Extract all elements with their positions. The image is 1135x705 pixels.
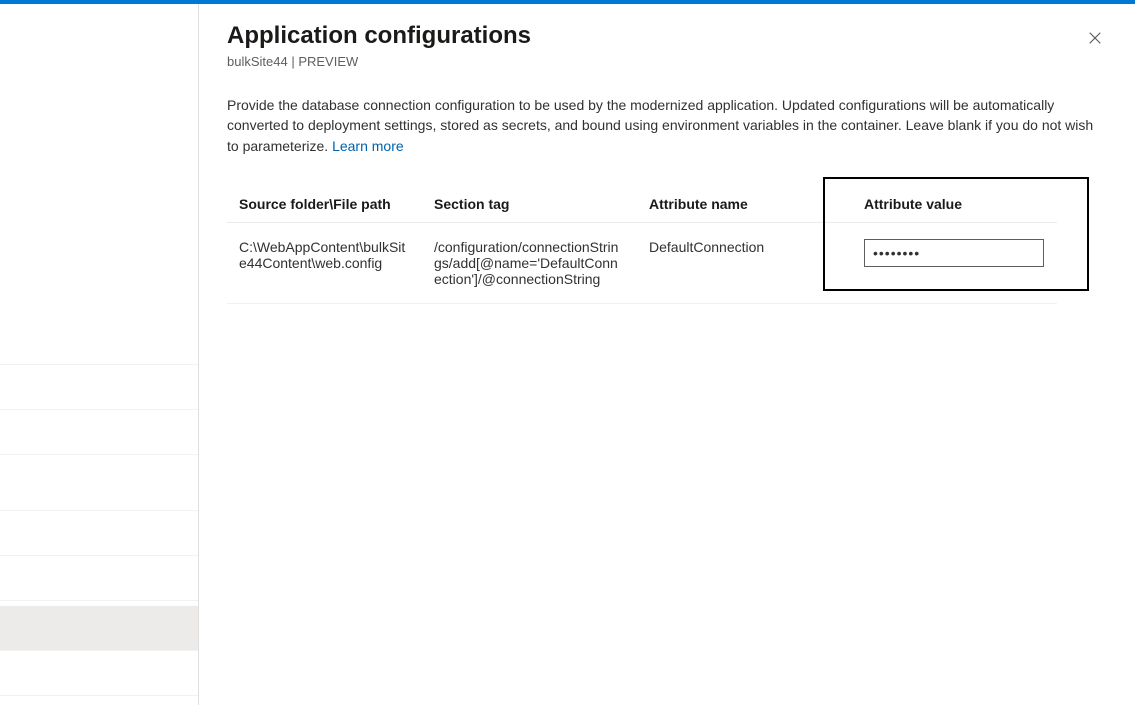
attribute-value-input[interactable] [864,239,1044,267]
sidebar-item[interactable] [0,466,198,511]
close-icon [1088,31,1102,45]
left-sidebar: pe [0,4,199,705]
learn-more-link[interactable]: Learn more [332,138,404,154]
header-attribute-name: Attribute name [637,186,852,223]
table-header-row: Source folder\File path Section tag Attr… [227,186,1057,223]
config-table: Source folder\File path Section tag Attr… [227,186,1057,304]
header-section: Section tag [422,186,637,223]
sidebar-item[interactable] [0,410,198,455]
sidebar-item-partial[interactable]: pe [0,320,198,365]
main-panel: Application configurations bulkSite44 | … [199,4,1135,705]
subtitle-tag: PREVIEW [298,54,358,69]
description-text: Provide the database connection configur… [227,95,1107,156]
subtitle-site: bulkSite44 [227,54,288,69]
header-source: Source folder\File path [227,186,422,223]
page-subtitle: bulkSite44 | PREVIEW [227,54,1107,69]
cell-attribute-name: DefaultConnection [637,222,852,303]
sidebar-item[interactable] [0,365,198,410]
close-button[interactable] [1083,26,1107,50]
cell-source: C:\WebAppContent\bulkSite44Content\web.c… [227,222,422,303]
sidebar-item[interactable] [0,651,198,696]
sidebar-item[interactable] [0,556,198,601]
config-table-wrap: Source folder\File path Section tag Attr… [227,186,1057,304]
subtitle-sep: | [288,54,299,69]
header-attribute-value: Attribute value [852,186,1057,223]
sidebar-item[interactable] [0,511,198,556]
table-row: C:\WebAppContent\bulkSite44Content\web.c… [227,222,1057,303]
sidebar-item-active[interactable] [0,606,198,651]
cell-attribute-value [852,222,1057,303]
cell-section: /configuration/connectionStrings/add[@na… [422,222,637,303]
page-title: Application configurations [227,22,1107,50]
